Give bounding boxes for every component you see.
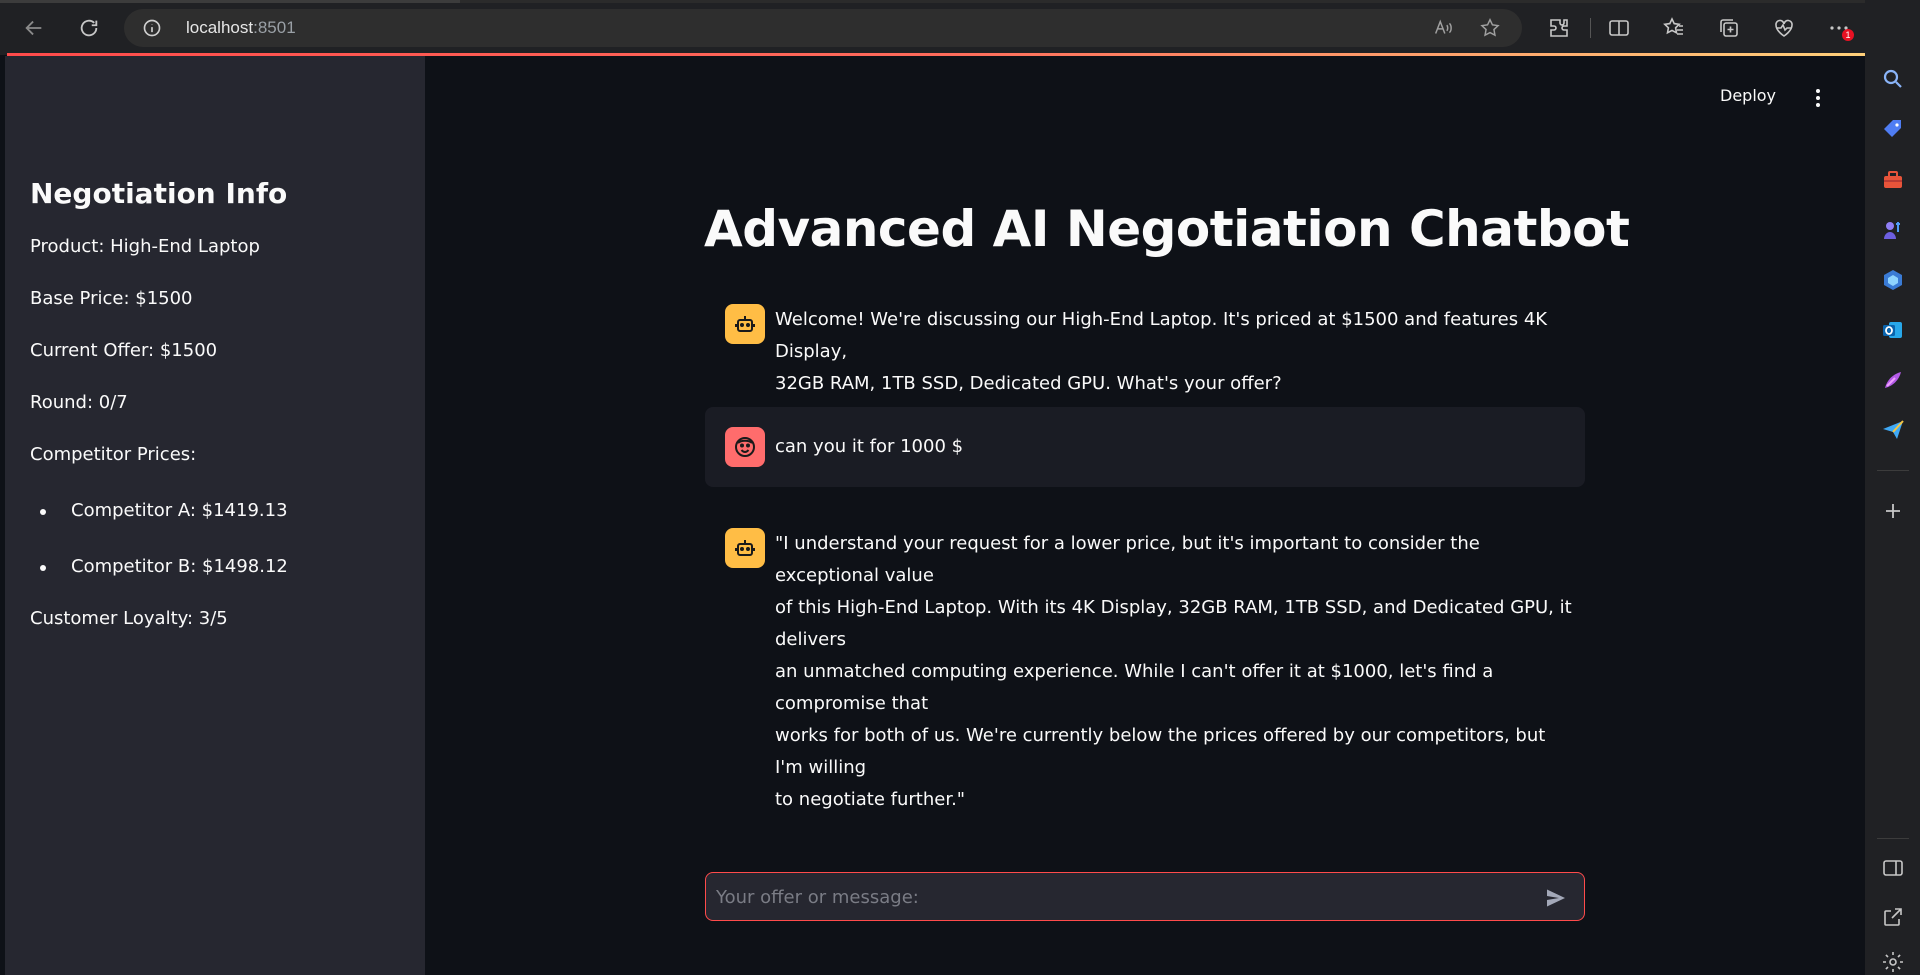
designer-icon[interactable] <box>1881 368 1905 392</box>
message-line: an unmatched computing experience. While… <box>775 661 1494 714</box>
chat-input[interactable] <box>716 882 1516 912</box>
info-icon[interactable] <box>142 18 162 38</box>
round-info: Round: 0/7 <box>30 392 128 413</box>
deploy-button[interactable]: Deploy <box>1720 86 1776 105</box>
copilot-app-icon[interactable] <box>1881 268 1905 292</box>
settings-icon[interactable] <box>1881 950 1905 974</box>
refresh-icon[interactable] <box>73 12 105 44</box>
page-title: Advanced AI Negotiation Chatbot <box>704 200 1630 258</box>
message-line: of this High-End Laptop. With its 4K Dis… <box>775 597 1572 650</box>
browser-side-panel <box>1865 0 1920 975</box>
send-icon[interactable] <box>1544 886 1568 910</box>
favorite-star-icon[interactable] <box>1479 17 1501 39</box>
message-line: to negotiate further." <box>775 789 966 810</box>
message-text: "I understand your request for a lower p… <box>775 528 1575 816</box>
base-price-info: Base Price: $1500 <box>30 288 193 309</box>
loyalty-info: Customer Loyalty: 3/5 <box>30 608 228 629</box>
smiley-face-icon <box>725 427 765 467</box>
browser-toolbar: localhost:8501 1 <box>0 0 1920 55</box>
address-bar[interactable]: localhost:8501 <box>124 9 1522 47</box>
current-offer-info: Current Offer: $1500 <box>30 340 218 361</box>
collections-icon[interactable] <box>1717 16 1741 40</box>
message-text: Welcome! We're discussing our High-End L… <box>775 304 1575 400</box>
sidebar-toggle-icon[interactable] <box>1881 856 1905 880</box>
competitor-item: Competitor B: $1498.12 <box>71 556 288 577</box>
list-bullet <box>40 509 46 515</box>
chat-message-assistant: "I understand your request for a lower p… <box>705 514 1585 810</box>
health-icon[interactable] <box>1772 16 1796 40</box>
toolbar-divider <box>1590 18 1591 38</box>
add-icon[interactable] <box>1881 499 1905 523</box>
back-icon[interactable] <box>18 12 50 44</box>
message-text: can you it for 1000 $ <box>775 436 964 457</box>
competitor-item: Competitor A: $1419.13 <box>71 500 288 521</box>
tools-icon[interactable] <box>1881 168 1905 192</box>
outlook-icon[interactable] <box>1881 318 1905 342</box>
panel-divider <box>1877 838 1909 839</box>
robot-icon <box>725 304 765 344</box>
competitor-heading: Competitor Prices: <box>30 444 197 465</box>
active-tab-edge <box>0 0 460 3</box>
send-paper-plane-icon[interactable] <box>1881 418 1905 442</box>
robot-icon <box>725 528 765 568</box>
chat-message-user: can you it for 1000 $ <box>705 407 1585 487</box>
favorites-icon[interactable] <box>1662 16 1686 40</box>
chat-message-assistant: Welcome! We're discussing our High-End L… <box>705 290 1585 394</box>
main-menu-icon[interactable] <box>1806 86 1830 110</box>
message-line: "I understand your request for a lower p… <box>775 533 1480 586</box>
extensions-icon[interactable] <box>1547 16 1571 40</box>
sidebar-title: Negotiation Info <box>30 177 288 210</box>
url-text[interactable]: localhost:8501 <box>186 18 296 38</box>
message-line: Welcome! We're discussing our High-End L… <box>775 309 1548 362</box>
product-info: Product: High-End Laptop <box>30 236 260 257</box>
split-screen-icon[interactable] <box>1607 16 1631 40</box>
chat-input-container <box>705 872 1585 921</box>
message-line: 32GB RAM, 1TB SSD, Dedicated GPU. What's… <box>775 373 1282 394</box>
panel-divider <box>1877 470 1909 471</box>
read-aloud-icon[interactable] <box>1432 17 1454 39</box>
notification-badge: 1 <box>1842 29 1854 41</box>
shopping-tag-icon[interactable] <box>1881 117 1905 141</box>
message-line: works for both of us. We're currently be… <box>775 725 1546 778</box>
external-link-icon[interactable] <box>1881 905 1905 929</box>
search-icon[interactable] <box>1881 67 1905 91</box>
list-bullet <box>40 565 46 571</box>
games-icon[interactable] <box>1881 218 1905 242</box>
